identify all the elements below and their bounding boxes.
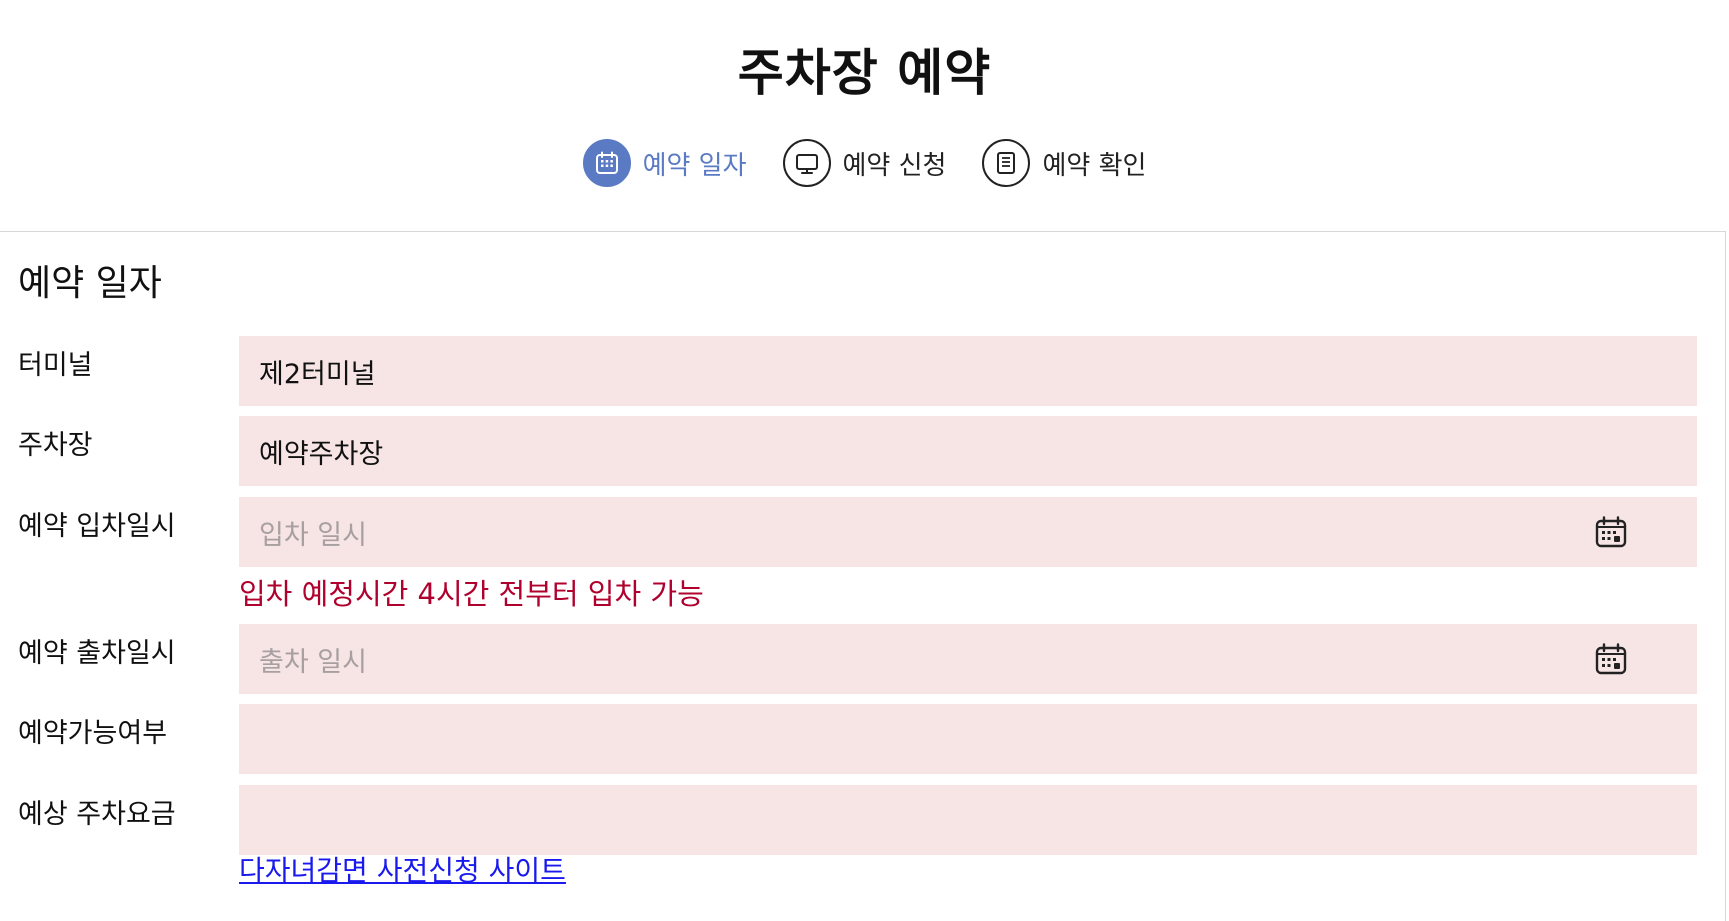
terminal-field[interactable]: 제2터미널	[239, 336, 1697, 406]
terminal-label: 터미널	[18, 350, 93, 381]
exit-datetime-input[interactable]: 출차 일시	[239, 624, 1697, 694]
calendar-icon[interactable]	[1595, 516, 1627, 548]
document-icon	[982, 139, 1031, 187]
step-label: 예약 일자	[642, 150, 747, 181]
entry-datetime-placeholder: 입차 일시	[259, 519, 367, 551]
parking-value: 예약주차장	[259, 438, 384, 470]
reservation-steps: 예약 일자 예약 신청 예약 확인	[0, 139, 1729, 187]
fee-field	[239, 785, 1697, 855]
section-title: 예약 일자	[18, 263, 162, 304]
step-label: 예약 확인	[1042, 150, 1147, 181]
entry-notice: 입차 예정시간 4시간 전부터 입차 가능	[239, 577, 704, 611]
step-reservation-confirm[interactable]: 예약 확인	[982, 139, 1146, 187]
availability-label: 예약가능여부	[18, 718, 168, 749]
step-reservation-date[interactable]: 예약 일자	[582, 139, 747, 187]
fee-label: 예상 주차요금	[18, 799, 176, 830]
page-title: 주차장 예약	[737, 44, 992, 102]
monitor-icon	[782, 139, 831, 187]
exit-datetime-label: 예약 출차일시	[18, 638, 176, 669]
entry-datetime-input[interactable]: 입차 일시	[239, 497, 1697, 567]
terminal-value: 제2터미널	[259, 358, 376, 390]
multi-child-discount-link[interactable]: 다자녀감면 사전신청 사이트	[239, 851, 566, 891]
step-label: 예약 신청	[842, 150, 947, 181]
parking-label: 주차장	[18, 430, 93, 461]
step-reservation-request[interactable]: 예약 신청	[782, 139, 947, 187]
calendar-icon	[582, 139, 631, 187]
calendar-icon[interactable]	[1595, 643, 1627, 675]
parking-field[interactable]: 예약주차장	[239, 416, 1697, 486]
entry-datetime-label: 예약 입차일시	[18, 511, 176, 542]
exit-datetime-placeholder: 출차 일시	[259, 646, 367, 678]
availability-field	[239, 704, 1697, 774]
